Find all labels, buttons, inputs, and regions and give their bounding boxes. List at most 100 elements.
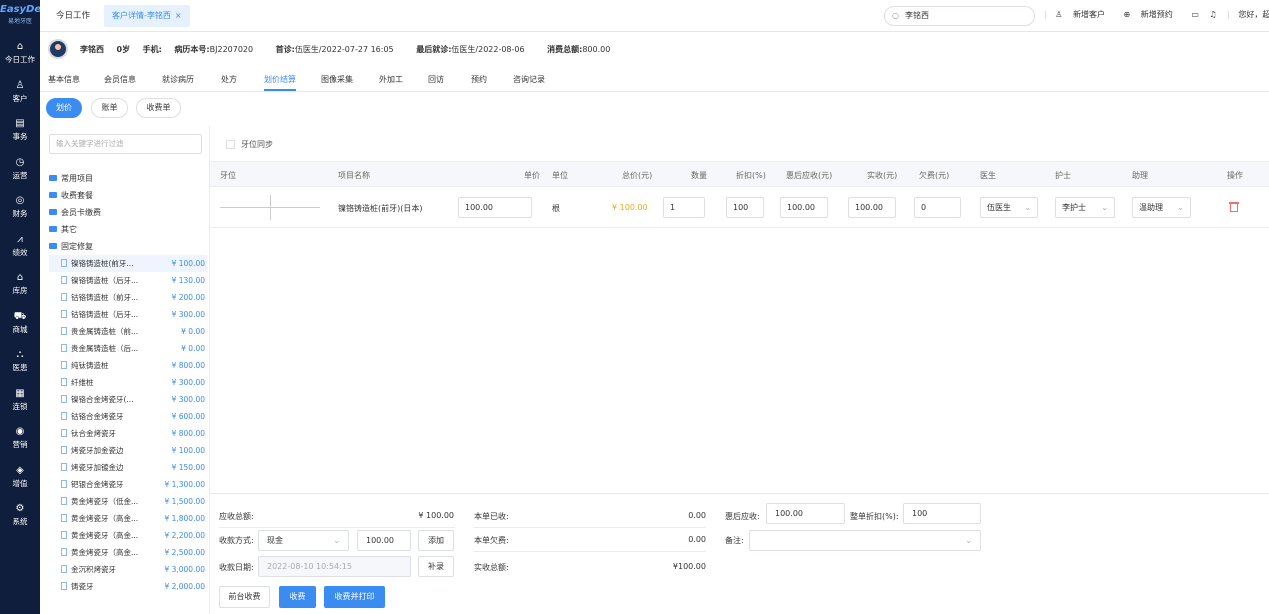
tab-customer-detail[interactable]: 客户详情-李铭西 × [104,5,190,27]
add-payment-button[interactable]: 添加 [418,530,454,551]
nav-item-system[interactable]: ⚙ 系统 [0,496,40,535]
payment-method-select[interactable]: 现金 ⌄ [258,530,349,551]
nurse-select[interactable]: 李护士 ⌄ [1055,197,1115,218]
gear-icon: ⚙ [15,503,25,514]
list-item[interactable]: 纤维桩 ¥ 300.00 [49,374,207,391]
supplement-button[interactable]: 补录 [418,556,454,577]
list-item[interactable]: 纯钛铸造桩 ¥ 800.00 [49,357,207,374]
bill-button[interactable]: 账单 [91,98,128,118]
message-icon[interactable]: ▭ [1191,10,1199,19]
after-discount-due-input[interactable]: 100.00 [766,503,845,524]
tab-followup[interactable]: 回访 [428,74,444,85]
list-item[interactable]: 镍铬合金烤瓷牙(... ¥ 300.00 [49,391,207,408]
list-item[interactable]: 金沉积烤瓷牙 ¥ 3,000.00 [49,561,207,578]
payment-date-input[interactable]: 2022-08-10 10:54:15 [258,556,411,577]
document-icon [61,310,67,318]
document-icon [61,548,67,556]
folder-fixed-restoration[interactable]: 固定修复 [49,238,207,255]
received-input[interactable]: 100.00 [848,197,896,218]
tooth-position-grid[interactable] [220,195,320,220]
list-item[interactable]: 黄金烤瓷牙（低金... ¥ 1,500.00 [49,493,207,510]
list-item[interactable]: 贵金属铸造桩（后... ¥ 0.00 [49,340,207,357]
nav-item-marketing[interactable]: ◉ 营销 [0,419,40,458]
chevron-down-icon: ⌄ [333,536,340,545]
nav-item-mall[interactable]: ⛟ 商城 [0,304,40,343]
charge-print-button[interactable]: 收费并打印 [324,586,385,608]
quantity-input[interactable]: 1 [663,197,705,218]
last-visit: 伍医生/2022-08-06 [451,45,525,54]
list-item[interactable]: 贵金属铸造桩（前... ¥ 0.00 [49,323,207,340]
discount-input[interactable]: 100 [726,197,764,218]
list-item[interactable]: 黄金烤瓷牙（高金... ¥ 2,500.00 [49,544,207,561]
list-item[interactable]: 钛合金烤瓷牙 ¥ 800.00 [49,425,207,442]
bell-icon[interactable]: ♫ [1209,10,1216,19]
nav-item-performance[interactable]: ⩘ 绩效 [0,227,40,266]
list-item[interactable]: 镍铬铸造桩（后牙... ¥ 130.00 [49,272,207,289]
nav-item-patients[interactable]: ⛬ 医患 [0,342,40,381]
tab-medical-record[interactable]: 就诊病历 [162,74,194,85]
document-icon [61,395,67,403]
user-menu[interactable]: 您好，超管 ⌄ [1238,10,1269,19]
charge-button[interactable]: 收费 [279,586,316,608]
after-discount-input[interactable]: 100.00 [780,197,828,218]
checkbox-icon [226,140,235,149]
nav-item-chain[interactable]: ▦ 连锁 [0,381,40,420]
list-item[interactable]: 钯银合金烤瓷牙 ¥ 1,300.00 [49,476,207,493]
chart-icon: ⩘ [17,233,23,245]
tab-today[interactable]: 今日工作 [56,9,90,21]
assistant-select[interactable]: 温助理 ⌄ [1132,197,1191,218]
sub-tabs: 基本信息 会员信息 就诊病历 处方 划价结算 图像采集 外加工 回访 预约 咨询… [40,68,1269,92]
search-input[interactable]: ○ 李铭西 [884,6,1035,26]
new-customer-button[interactable]: ♙ 新增客户 [1055,10,1113,19]
tab-basic-info[interactable]: 基本信息 [48,74,80,85]
brand-logo: EasyDent 易地牙医 [0,0,53,34]
document-icon: ▤ [15,118,25,129]
nav-item-today[interactable]: ⌂ 今日工作 [0,34,40,73]
tab-appointment[interactable]: 预约 [471,74,487,85]
nav-item-value-added[interactable]: ◈ 增值 [0,458,40,497]
nav-item-finance[interactable]: ◎ 财务 [0,188,40,227]
list-item[interactable]: 黄金烤瓷牙（高金... ¥ 2,200.00 [49,527,207,544]
folder-icon [49,175,57,181]
whole-discount-input[interactable]: 100 [903,503,981,524]
payment-amount-input[interactable]: 100.00 [357,530,411,551]
tab-outsourcing[interactable]: 外加工 [379,74,403,85]
tab-image-capture[interactable]: 图像采集 [321,74,353,85]
tooth-sync-checkbox[interactable]: 牙位同步 [226,139,273,150]
list-item[interactable]: 钴铬铸造桩（前牙... ¥ 200.00 [49,289,207,306]
receipt-button[interactable]: 收费单 [136,98,181,118]
nav-item-operations[interactable]: ◷ 运营 [0,150,40,189]
total-price: ¥ 100.00 [612,203,648,212]
list-item[interactable]: 钴铬铸造桩（后牙... ¥ 300.00 [49,306,207,323]
folder-common[interactable]: 常用项目 [49,170,207,187]
tab-billing[interactable]: 划价结算 [264,74,296,91]
note-select[interactable]: ⌄ [749,530,981,551]
list-item[interactable]: 铸瓷牙 ¥ 2,000.00 [49,578,207,595]
folder-other[interactable]: 其它 [49,221,207,238]
delete-icon[interactable] [1229,201,1239,212]
folder-packages[interactable]: 收费套餐 [49,187,207,204]
list-item[interactable]: 烤瓷牙加金瓷边 ¥ 100.00 [49,442,207,459]
new-appointment-button[interactable]: ⊕ 新增预约 [1124,10,1181,19]
list-item[interactable]: 镍铬铸造桩(前牙... ¥ 100.00 [49,255,207,272]
nav-item-affairs[interactable]: ▤ 事务 [0,111,40,150]
nav-item-warehouse[interactable]: ⌂ 库房 [0,265,40,304]
pricing-button[interactable]: 划价 [46,98,82,118]
filter-input[interactable]: 输入关键字进行过滤 [49,134,202,154]
tab-member-info[interactable]: 会员信息 [104,74,136,85]
document-icon [61,361,67,369]
tab-prescription[interactable]: 处方 [221,74,237,85]
front-desk-charge-button[interactable]: 前台收费 [219,586,270,608]
list-item[interactable]: 烤瓷牙加镀金边 ¥ 150.00 [49,459,207,476]
close-icon[interactable]: × [175,11,182,20]
owed-input[interactable]: 0 [914,197,961,218]
list-item[interactable]: 黄金烤瓷牙（高金... ¥ 1,800.00 [49,510,207,527]
list-item[interactable]: 钴铬合金烤瓷牙 ¥ 600.00 [49,408,207,425]
folder-membership[interactable]: 会员卡缴费 [49,204,207,221]
nav-item-customer[interactable]: ♙ 客户 [0,73,40,112]
tab-consult-record[interactable]: 咨询记录 [513,74,545,85]
chevron-down-icon: ⌄ [965,536,972,545]
document-icon [61,582,67,590]
unit-price-input[interactable]: 100.00 [458,197,532,218]
doctor-select[interactable]: 伍医生 ⌄ [980,197,1038,218]
